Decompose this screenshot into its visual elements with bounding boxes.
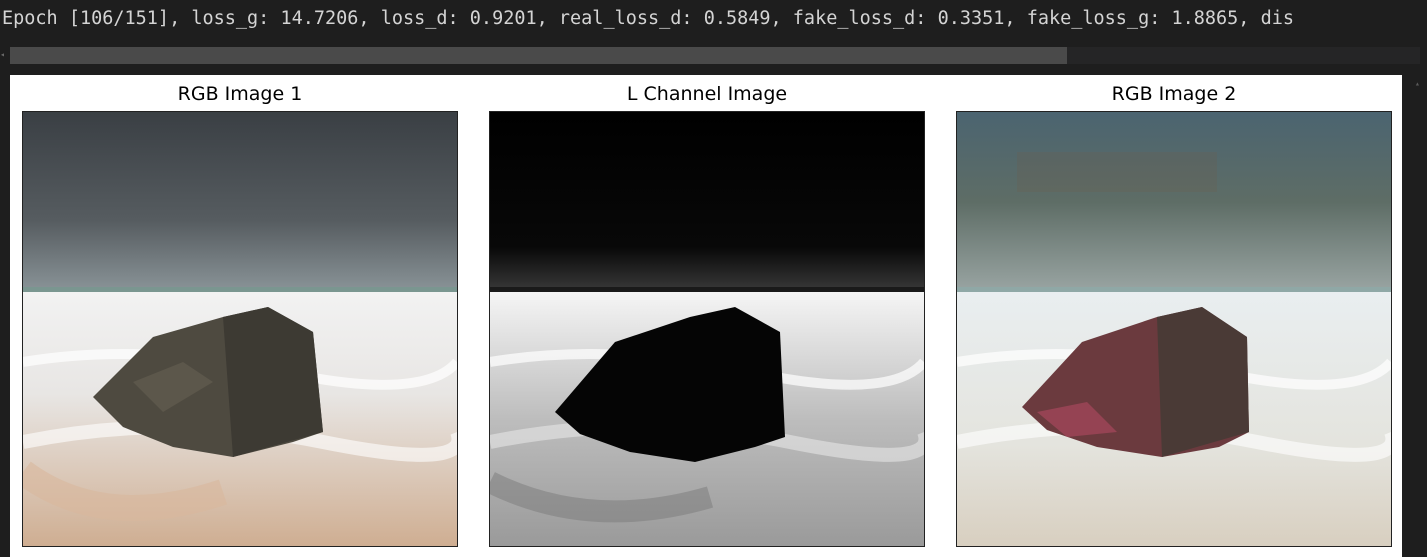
horizontal-scrollbar-thumb[interactable] — [10, 47, 1067, 64]
scroll-left-arrow-icon[interactable]: ◂ — [0, 50, 6, 60]
panel-title: L Channel Image — [626, 83, 788, 105]
horizontal-scrollbar[interactable] — [10, 47, 1420, 64]
l-channel-image — [489, 111, 925, 547]
panel-rgb-image-1: RGB Image 1 — [22, 75, 458, 557]
rgb-image-1 — [22, 111, 458, 547]
output-figure: RGB Image 1 L Channel Image RGB Image 2 — [10, 75, 1402, 557]
training-log-line: Epoch [106/151], loss_g: 14.7206, loss_d… — [2, 8, 1295, 29]
scroll-up-arrow-icon[interactable]: ▴ — [1415, 79, 1420, 89]
vertical-scrollbar[interactable]: ▴ — [1411, 75, 1427, 557]
panel-l-channel-image: L Channel Image — [489, 75, 925, 557]
panel-rgb-image-2: RGB Image 2 — [956, 75, 1392, 557]
panel-title: RGB Image 2 — [1111, 83, 1237, 105]
panel-title: RGB Image 1 — [177, 83, 303, 105]
rgb-image-2 — [956, 111, 1392, 547]
